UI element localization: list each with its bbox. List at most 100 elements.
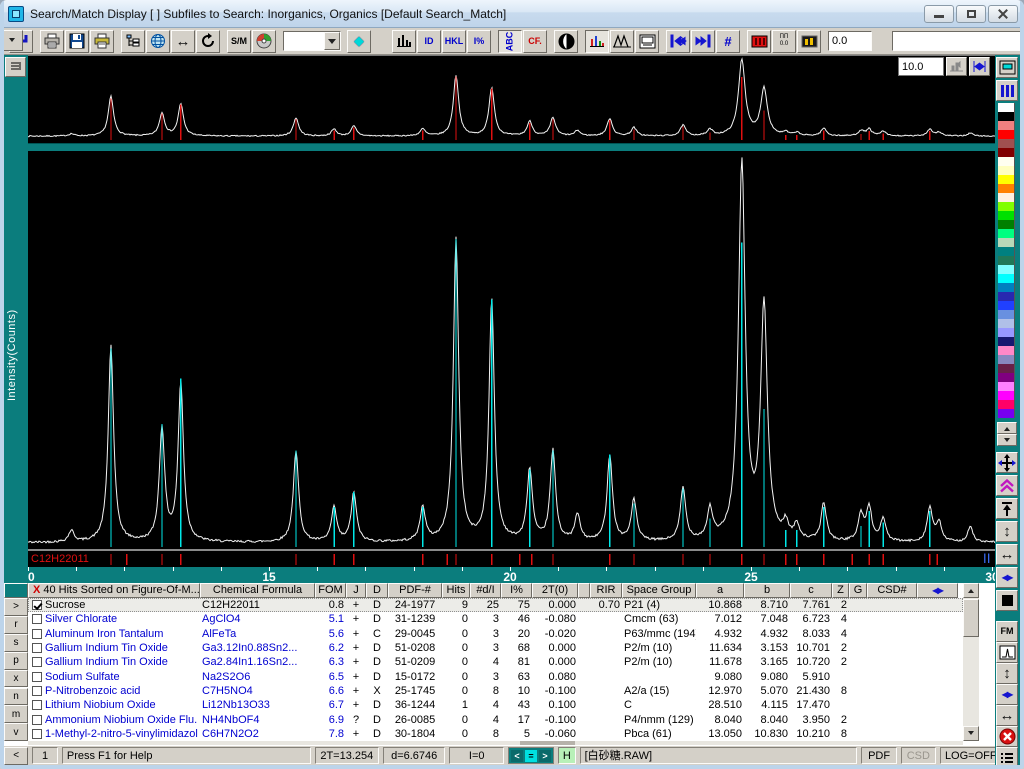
profile-fit-button[interactable]: [610, 30, 634, 53]
two-theta-zero-button[interactable]: ΠΠ0.0: [772, 30, 796, 53]
palette-color-25[interactable]: [998, 328, 1015, 337]
table-row[interactable]: Silver ChlorateAgClO45.1+D31-12390346-0.…: [28, 612, 963, 626]
restore-button[interactable]: [956, 5, 986, 23]
column-header-b[interactable]: b: [744, 583, 790, 598]
row-mode-button-r[interactable]: r: [4, 616, 28, 634]
pause-icon[interactable]: ||: [983, 553, 991, 564]
phase-checkbox[interactable]: [32, 643, 42, 653]
palette-color-16[interactable]: [998, 247, 1015, 256]
column-header-c[interactable]: c: [790, 583, 832, 598]
column-header-fom[interactable]: FOM: [315, 583, 346, 598]
table-row[interactable]: Ammonium Niobium Oxide Flu...NH4NbOF46.9…: [28, 712, 963, 726]
phase-checkbox[interactable]: [32, 715, 42, 725]
rescale-button[interactable]: [946, 57, 967, 76]
phase-stick-strip[interactable]: C12H22011 ||: [28, 551, 995, 567]
preview-window-button[interactable]: [635, 30, 659, 53]
palette-color-3[interactable]: [998, 130, 1015, 139]
table-row[interactable]: SucroseC12H220110.8+D24-1977925750.0000.…: [28, 598, 963, 612]
palette-color-8[interactable]: [998, 175, 1015, 184]
palette-color-1[interactable]: [998, 112, 1015, 121]
column-header-blank-19[interactable]: ◀▶: [917, 583, 958, 598]
column-header-g[interactable]: G: [849, 583, 867, 598]
palette-color-23[interactable]: [998, 310, 1015, 319]
phase-checkbox[interactable]: [32, 629, 42, 639]
nav-equal-button[interactable]: =: [525, 750, 537, 762]
row-mode-button-v[interactable]: v: [4, 723, 28, 741]
peaks-display-button[interactable]: [392, 30, 416, 53]
palette-color-33[interactable]: [998, 400, 1015, 409]
column-header-chemical-formula[interactable]: Chemical Formula: [200, 583, 315, 598]
table-row[interactable]: P-Nitrobenzoic acidC7H5NO46.6+X25-174508…: [28, 684, 963, 698]
id-labels-button[interactable]: ID: [417, 30, 441, 53]
row-mode-button-n[interactable]: n: [4, 688, 28, 706]
phase-checkbox[interactable]: [32, 672, 42, 682]
column-header-2t-0-[interactable]: 2T(0): [532, 583, 578, 598]
palette-color-32[interactable]: [998, 391, 1015, 400]
pdf-button[interactable]: PDF: [861, 747, 896, 764]
stop-button[interactable]: [996, 590, 1018, 611]
fm-sort-button[interactable]: FM: [996, 621, 1018, 642]
stretch-horizontal-button[interactable]: ↔: [996, 544, 1018, 565]
peak-window-button[interactable]: [996, 642, 1018, 663]
log-toggle[interactable]: LOG=OFF: [940, 747, 1000, 764]
column-header-40-hits-sorted-on-figure-of-m-[interactable]: X40 Hits Sorted on Figure-Of-M...: [28, 583, 200, 598]
column-header-a[interactable]: a: [696, 583, 744, 598]
palette-color-15[interactable]: [998, 238, 1015, 247]
hkl-labels-button[interactable]: HKL: [442, 30, 466, 53]
palette-color-24[interactable]: [998, 319, 1015, 328]
palette-color-19[interactable]: [998, 274, 1015, 283]
scan-combo-arrow[interactable]: [324, 32, 340, 50]
column-header-j[interactable]: J: [346, 583, 366, 598]
nav-next-button[interactable]: >: [539, 750, 551, 762]
print-button[interactable]: [40, 30, 64, 53]
column-header-d[interactable]: D: [366, 583, 388, 598]
diamond-button[interactable]: ◆: [347, 30, 371, 53]
expand-horizontal-button[interactable]: ↔: [996, 705, 1018, 726]
stretch-vertical-button[interactable]: ↕: [996, 521, 1018, 542]
scan-combo[interactable]: [283, 31, 341, 51]
cf-button[interactable]: CF.: [523, 30, 547, 53]
overview-chart[interactable]: [28, 55, 995, 143]
phase-checkbox[interactable]: [32, 729, 42, 739]
chart-divider[interactable]: [28, 143, 995, 151]
phase-checkbox[interactable]: [32, 700, 42, 710]
table-row[interactable]: Gallium Indium Tin OxideGa3.12In0.88Sn2.…: [28, 641, 963, 655]
status-back-button[interactable]: <: [4, 747, 28, 765]
vscale-spinner[interactable]: [372, 30, 385, 52]
palette-color-11[interactable]: [998, 202, 1015, 211]
palette-color-4[interactable]: [998, 139, 1015, 148]
phase-checkbox[interactable]: [32, 686, 42, 696]
preview-monitor-button[interactable]: [996, 57, 1018, 78]
table-corner-cell[interactable]: [4, 583, 28, 598]
palette-color-14[interactable]: [998, 229, 1015, 238]
palette-color-31[interactable]: [998, 382, 1015, 391]
intensity-labels-button[interactable]: I%: [467, 30, 491, 53]
row-mode-button-m[interactable]: m: [4, 705, 28, 723]
palette-color-34[interactable]: [998, 409, 1015, 418]
palette-color-30[interactable]: [998, 373, 1015, 382]
move-all-button[interactable]: [996, 452, 1018, 473]
table-row[interactable]: Sodium SulfateNa2S2O66.5+D15-017203630.0…: [28, 669, 963, 683]
range-end-button[interactable]: [691, 30, 715, 53]
palette-color-6[interactable]: [998, 157, 1015, 166]
expand-vertical-button[interactable]: ↕: [996, 663, 1018, 684]
report-tree-button[interactable]: [121, 30, 145, 53]
column-header-pdf-[interactable]: PDF-#: [388, 583, 442, 598]
offset-spinner[interactable]: [872, 30, 885, 52]
report-combo[interactable]: [892, 31, 1024, 51]
pan-horizontal-button[interactable]: ↔: [171, 30, 195, 53]
column-header-hits[interactable]: Hits: [442, 583, 470, 598]
offset-input[interactable]: [828, 31, 872, 51]
palette-color-21[interactable]: [998, 292, 1015, 301]
report-button[interactable]: [996, 747, 1018, 768]
save-button[interactable]: [65, 30, 89, 53]
scroll-thumb[interactable]: [963, 599, 979, 637]
panel-menu-button[interactable]: [5, 57, 26, 77]
compress-x2-button[interactable]: ◀▶: [996, 684, 1018, 705]
palette-color-28[interactable]: [998, 355, 1015, 364]
palette-spinner[interactable]: [997, 422, 1017, 446]
overview-zoom-input[interactable]: [898, 57, 944, 76]
red-bars-button[interactable]: [747, 30, 771, 53]
title-bar[interactable]: Search/Match Display [ ] Subfiles to Sea…: [0, 0, 1024, 28]
offset-spinner-down[interactable]: [1, 30, 23, 51]
